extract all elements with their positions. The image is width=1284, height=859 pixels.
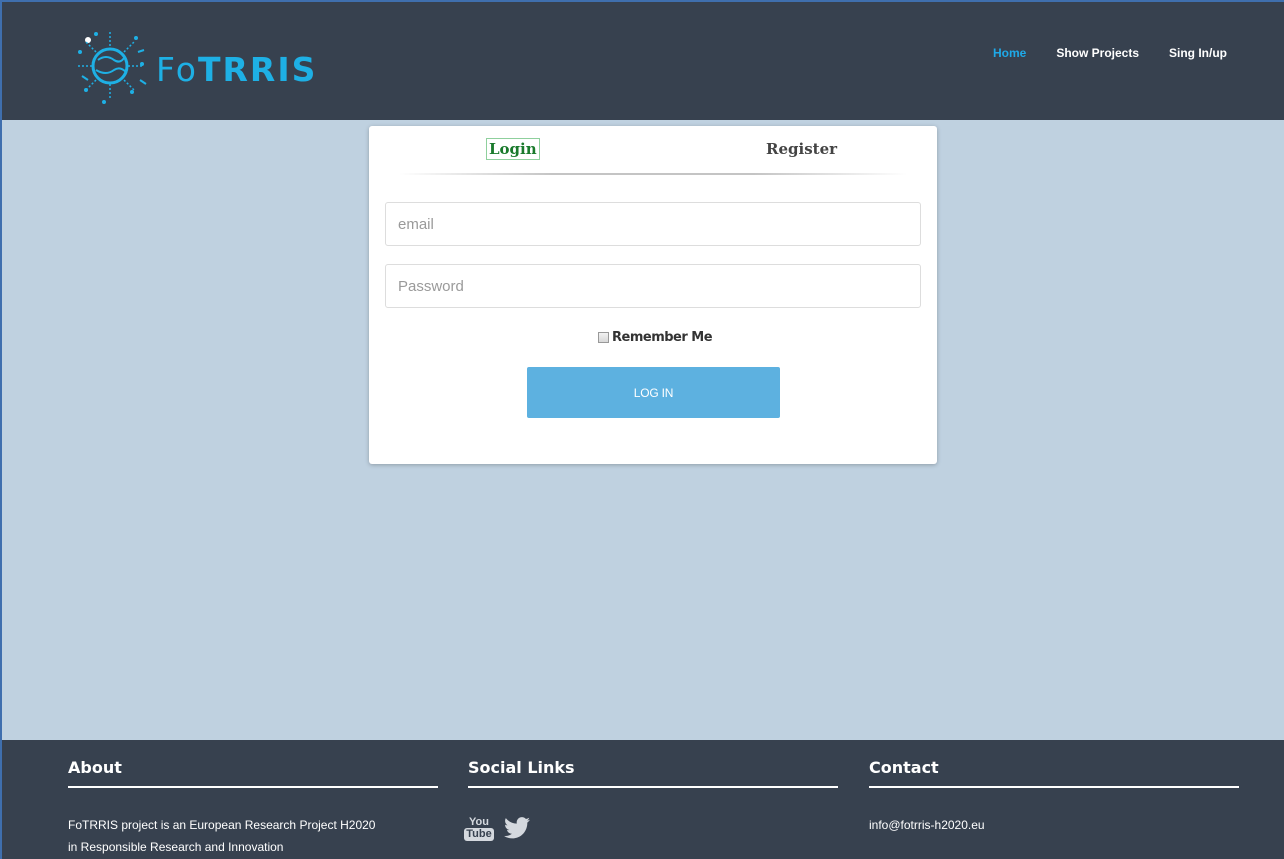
main-nav: Home Show Projects Sing In/up bbox=[993, 46, 1227, 60]
footer-about-line-1: FoTRRIS project is an European Research … bbox=[68, 818, 376, 832]
globe-logo-icon bbox=[78, 30, 147, 104]
footer-contact-heading: Contact bbox=[869, 758, 939, 777]
fotrris-logo[interactable]: FoTRRIS bbox=[70, 24, 315, 106]
tabs-divider bbox=[399, 173, 907, 175]
footer-social-heading: Social Links bbox=[468, 758, 575, 777]
youtube-icon-bottom-text: Tube bbox=[464, 827, 494, 841]
nav-show-projects-link[interactable]: Show Projects bbox=[1056, 46, 1139, 60]
footer-contact: Contact info@fotrris-h2020.eu bbox=[869, 757, 1239, 836]
youtube-icon-top-text: You bbox=[469, 815, 489, 828]
social-icons: You Tube bbox=[464, 812, 838, 844]
contact-email[interactable]: info@fotrris-h2020.eu bbox=[869, 814, 1239, 836]
nav-home-link[interactable]: Home bbox=[993, 46, 1026, 60]
tab-login[interactable]: Login bbox=[486, 138, 540, 160]
tab-register[interactable]: Register bbox=[766, 140, 837, 158]
footer-about-line-2: in Responsible Research and Innovation bbox=[68, 840, 284, 854]
footer-about-text: FoTRRIS project is an European Research … bbox=[68, 814, 438, 858]
email-input[interactable] bbox=[385, 202, 921, 246]
youtube-icon[interactable]: You Tube bbox=[464, 812, 494, 844]
site-footer: About FoTRRIS project is an European Res… bbox=[2, 740, 1284, 859]
footer-social: Social Links You Tube bbox=[464, 757, 838, 844]
nav-sign-in-up-link[interactable]: Sing In/up bbox=[1169, 46, 1227, 60]
remember-me-label: Remember Me bbox=[612, 330, 713, 345]
logo-text-bold: TRRIS bbox=[198, 50, 318, 89]
auth-tabs: Login Register bbox=[369, 126, 937, 178]
logo-wordmark: FoTRRIS bbox=[156, 52, 317, 88]
footer-divider bbox=[468, 786, 838, 788]
remember-me-checkbox[interactable] bbox=[598, 332, 609, 343]
logo-text-regular: Fo bbox=[156, 50, 198, 89]
twitter-icon[interactable] bbox=[504, 817, 530, 839]
site-header: FoTRRIS Home Show Projects Sing In/up bbox=[2, 2, 1284, 120]
footer-divider bbox=[68, 786, 438, 788]
page-frame: FoTRRIS Home Show Projects Sing In/up Lo… bbox=[0, 0, 1284, 859]
footer-about: About FoTRRIS project is an European Res… bbox=[68, 757, 438, 858]
login-card: Login Register Remember Me LOG IN bbox=[369, 126, 937, 464]
footer-divider bbox=[869, 786, 1239, 788]
footer-about-heading: About bbox=[68, 758, 122, 777]
password-input[interactable] bbox=[385, 264, 921, 308]
login-button[interactable]: LOG IN bbox=[527, 367, 780, 418]
remember-me[interactable]: Remember Me bbox=[598, 330, 713, 345]
